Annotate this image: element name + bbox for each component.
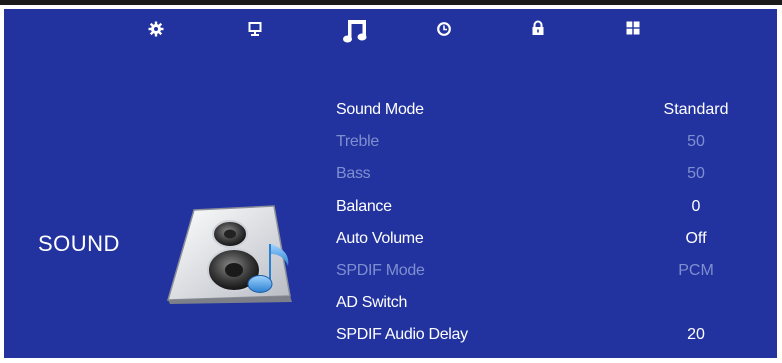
speaker-music-icon [154, 204, 294, 304]
menu-item-spdif-audio-delay[interactable]: SPDIF Audio Delay 20 [336, 322, 756, 354]
tab-apps[interactable] [626, 21, 640, 40]
menu-item-label: AD Switch [336, 294, 408, 312]
menu-item-label: SPDIF Audio Delay [336, 326, 468, 344]
menu-item-label: Bass [336, 165, 371, 183]
menu-item-bass: Bass 50 [336, 161, 756, 193]
menu-item-value: 20 [687, 326, 705, 344]
sound-settings-list: Sound Mode Standard Treble 50 Bass 50 Ba… [336, 97, 756, 355]
grid-icon [626, 21, 640, 40]
menu-item-treble: Treble 50 [336, 129, 756, 161]
clock-icon [436, 21, 452, 42]
menu-item-label: Auto Volume [336, 229, 424, 247]
gear-icon [148, 21, 164, 42]
menu-item-ad-switch[interactable]: AD Switch [336, 290, 756, 322]
menu-item-value: Standard [663, 101, 729, 118]
menu-item-sound-mode[interactable]: Sound Mode Standard [336, 97, 756, 129]
tab-time[interactable] [436, 21, 452, 42]
menu-item-label: Treble [336, 133, 379, 151]
menu-title: SOUND [38, 231, 120, 256]
menu-item-value: 50 [687, 133, 705, 151]
menu-item-label: Balance [336, 197, 392, 215]
menu-item-value: Off [685, 229, 707, 247]
monitor-icon [248, 21, 262, 42]
menu-item-balance[interactable]: Balance 0 [336, 194, 756, 226]
settings-panel: SOUND Sound Mode Standard Treble 50 Bass… [4, 9, 777, 358]
tab-lock[interactable] [531, 20, 545, 41]
tab-picture[interactable] [248, 21, 262, 42]
menu-item-value: 50 [687, 165, 705, 183]
tv-menu-screen: SOUND Sound Mode Standard Treble 50 Bass… [0, 0, 782, 363]
tab-sound[interactable] [342, 19, 370, 47]
menu-item-auto-volume[interactable]: Auto Volume Off [336, 226, 756, 258]
top-bar [0, 0, 782, 5]
menu-item-label: SPDIF Mode [336, 261, 425, 279]
menu-item-value: 0 [691, 197, 701, 215]
menu-item-value: PCM [678, 261, 714, 279]
music-note-icon [342, 17, 370, 50]
menu-item-label: Sound Mode [336, 101, 424, 118]
lock-icon [531, 20, 545, 41]
tab-settings[interactable] [148, 21, 164, 42]
menu-item-spdif-mode: SPDIF Mode PCM [336, 258, 756, 290]
tab-bar [4, 9, 777, 59]
